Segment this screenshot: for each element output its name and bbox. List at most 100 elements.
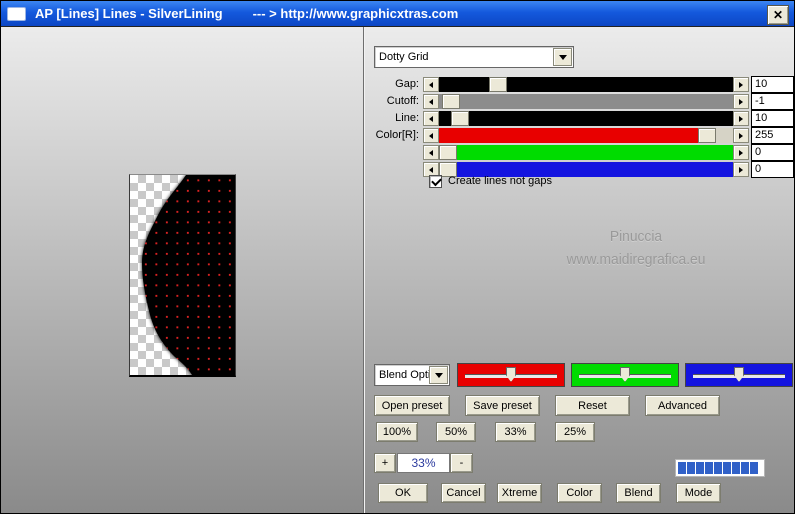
close-icon: ✕ (772, 8, 784, 22)
zoom-out-button[interactable]: - (450, 453, 473, 473)
progress-segment (696, 462, 704, 474)
zoom-25-button[interactable]: 25% (555, 422, 595, 442)
slider-track[interactable] (439, 111, 733, 126)
slider-label-line: Line: (395, 112, 419, 124)
slider-line[interactable] (423, 111, 749, 126)
slider-right-arrow[interactable] (733, 162, 749, 177)
watermark-line2: www.maidiregrafica.eu (566, 251, 706, 268)
xtreme-button[interactable]: Xtreme (497, 483, 542, 503)
slider-track[interactable] (439, 128, 733, 143)
reset-button[interactable]: Reset (555, 395, 630, 416)
arrow-right-icon (739, 81, 743, 88)
slider-thumb[interactable] (697, 128, 716, 143)
slider-right-arrow[interactable] (733, 128, 749, 143)
slider-gap[interactable] (423, 77, 749, 92)
open-preset-button[interactable]: Open preset (374, 395, 450, 416)
progress-segment (723, 462, 731, 474)
cancel-button[interactable]: Cancel (441, 483, 486, 503)
slider-thumb[interactable] (488, 77, 507, 92)
slider-pointer[interactable] (734, 367, 744, 382)
preset-dropdown-arrow-button[interactable] (553, 48, 572, 66)
watermark: Pinuccia www.maidiregrafica.eu (516, 225, 755, 271)
check-icon (431, 175, 442, 187)
slider-right-arrow[interactable] (733, 77, 749, 92)
blend-green-channel-slider[interactable] (571, 363, 679, 387)
blend-red-channel-slider[interactable] (457, 363, 565, 387)
window-title: AP [Lines] Lines - SilverLining (35, 6, 223, 21)
window-title-url: --- > http://www.graphicxtras.com (252, 6, 459, 21)
slider-track[interactable] (439, 77, 733, 92)
zoom-level-display: 33% (397, 453, 450, 473)
chevron-down-icon (434, 372, 443, 378)
slider-value-color-g[interactable]: 0 (751, 144, 794, 161)
create-lines-checkbox[interactable] (429, 175, 442, 188)
blend-options-dropdown[interactable]: Blend Opti (374, 364, 450, 386)
arrow-left-icon (429, 132, 433, 139)
arrow-left-icon (429, 115, 433, 122)
slider-left-arrow[interactable] (423, 77, 439, 92)
blend-blue-channel-slider[interactable] (685, 363, 793, 387)
chevron-down-icon (558, 54, 567, 60)
slider-value-line[interactable]: 10 (751, 110, 794, 127)
slider-value-color-r[interactable]: 255 (751, 127, 794, 144)
title-bar[interactable]: AP [Lines] Lines - SilverLining --- > ht… (1, 1, 794, 27)
zoom-33-button[interactable]: 33% (495, 422, 536, 442)
progress-bar (675, 459, 765, 477)
ok-button[interactable]: OK (378, 483, 428, 503)
progress-segment (687, 462, 695, 474)
arrow-left-icon (429, 81, 433, 88)
arrow-right-icon (739, 98, 743, 105)
preview-render (142, 175, 235, 375)
blend-dropdown-arrow-button[interactable] (429, 366, 448, 384)
slider-label-cutoff: Cutoff: (386, 95, 419, 107)
color-button[interactable]: Color (557, 483, 602, 503)
preset-dropdown[interactable]: Dotty Grid (374, 46, 574, 68)
slider-right-arrow[interactable] (733, 111, 749, 126)
close-button[interactable]: ✕ (767, 5, 789, 25)
slider-value-color-b[interactable]: 0 (751, 161, 794, 178)
slider-thumb[interactable] (441, 94, 460, 109)
arrow-right-icon (739, 115, 743, 122)
window-icon (7, 6, 26, 21)
preview-image[interactable] (129, 174, 236, 377)
slider-label-color-r: Color[R]: (375, 129, 419, 141)
slider-pointer[interactable] (506, 367, 516, 382)
arrow-right-icon (739, 149, 743, 156)
slider-left-arrow[interactable] (423, 128, 439, 143)
progress-segment (705, 462, 713, 474)
plugin-dialog: AP [Lines] Lines - SilverLining --- > ht… (0, 0, 795, 514)
slider-color-green[interactable] (423, 145, 749, 160)
slider-value-gap[interactable]: 10 (751, 76, 794, 93)
arrow-left-icon (429, 98, 433, 105)
advanced-button[interactable]: Advanced (645, 395, 720, 416)
progress-segment (750, 462, 758, 474)
slider-right-arrow[interactable] (733, 145, 749, 160)
slider-track[interactable] (439, 145, 733, 160)
zoom-100-button[interactable]: 100% (376, 422, 418, 442)
slider-thumb[interactable] (450, 111, 469, 126)
slider-cutoff[interactable] (423, 94, 749, 109)
slider-color-red[interactable] (423, 128, 749, 143)
slider-right-arrow[interactable] (733, 94, 749, 109)
slider-track[interactable] (439, 94, 733, 109)
preset-dropdown-value: Dotty Grid (379, 51, 429, 63)
mode-button[interactable]: Mode (676, 483, 721, 503)
save-preset-button[interactable]: Save preset (465, 395, 540, 416)
zoom-50-button[interactable]: 50% (436, 422, 476, 442)
slider-pointer[interactable] (620, 367, 630, 382)
arrow-right-icon (739, 132, 743, 139)
blend-options-value: Blend Opti (379, 369, 431, 381)
slider-label-gap: Gap: (395, 78, 419, 90)
slider-left-arrow[interactable] (423, 94, 439, 109)
create-lines-label: Create lines not gaps (448, 175, 552, 187)
blend-button[interactable]: Blend (616, 483, 661, 503)
slider-left-arrow[interactable] (423, 111, 439, 126)
slider-thumb[interactable] (439, 145, 457, 160)
zoom-in-button[interactable]: + (374, 453, 396, 473)
progress-segment (732, 462, 740, 474)
arrow-left-icon (429, 166, 433, 173)
arrow-left-icon (429, 149, 433, 156)
progress-segment (678, 462, 686, 474)
slider-value-cutoff[interactable]: -1 (751, 93, 794, 110)
slider-left-arrow[interactable] (423, 145, 439, 160)
